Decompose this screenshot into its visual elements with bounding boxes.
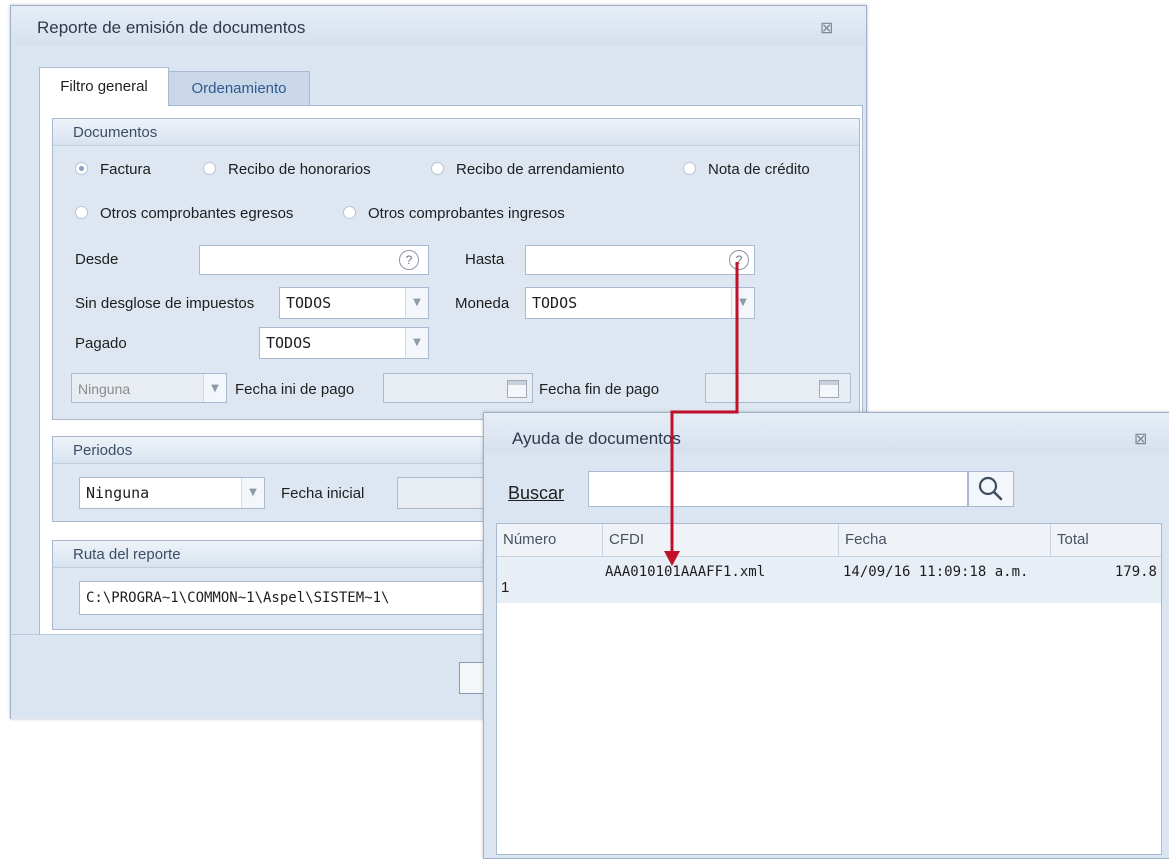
fecha-fin-pago-label: Fecha fin de pago: [539, 381, 660, 398]
radio-recibo-honorarios[interactable]: Recibo de honorarios: [203, 161, 371, 178]
search-icon: [978, 476, 1003, 501]
column-header-fecha[interactable]: Fecha: [839, 524, 1051, 556]
sin-desglose-value: TODOS: [286, 294, 332, 312]
moneda-select[interactable]: TODOS ▼: [525, 287, 755, 319]
calendar-icon[interactable]: [507, 380, 527, 398]
sin-desglose-select[interactable]: TODOS ▼: [279, 287, 429, 319]
radio-label: Otros comprobantes egresos: [100, 205, 294, 222]
calendar-icon[interactable]: [819, 380, 839, 398]
column-header-cfdi[interactable]: CFDI: [603, 524, 839, 556]
radio-label: Nota de crédito: [708, 161, 810, 178]
ruta-group-title: Ruta del reporte: [73, 546, 181, 563]
radio-icon: [75, 206, 88, 219]
search-input[interactable]: [588, 471, 968, 507]
pago-filter-value: Ninguna: [78, 381, 131, 397]
documentos-grid: Número CFDI Fecha Total 1 AAA010101AAAFF…: [496, 523, 1162, 855]
help-icon[interactable]: ?: [729, 250, 749, 270]
hasta-input[interactable]: [525, 245, 755, 275]
desde-label: Desde: [75, 251, 119, 268]
help-icon[interactable]: ?: [399, 250, 419, 270]
moneda-label: Moneda: [455, 295, 510, 312]
sin-desglose-label: Sin desglose de impuestos: [75, 295, 255, 312]
periodos-group-title: Periodos: [73, 442, 133, 459]
moneda-value: TODOS: [532, 294, 578, 312]
radio-selected-icon: [75, 162, 88, 175]
column-header-total[interactable]: Total: [1051, 524, 1161, 556]
close-icon[interactable]: ⊠: [820, 18, 833, 38]
radio-icon: [203, 162, 216, 175]
pagado-label: Pagado: [75, 335, 127, 352]
search-label-text: Buscar: [508, 483, 565, 503]
ruta-input[interactable]: C:\PROGRA~1\COMMON~1\Aspel\SISTEM~1\: [79, 581, 519, 615]
radio-otros-egresos[interactable]: Otros comprobantes egresos: [75, 205, 293, 222]
pagado-select[interactable]: TODOS ▼: [259, 327, 429, 359]
chevron-down-icon: ▼: [405, 328, 428, 358]
tab-ordenamiento[interactable]: Ordenamiento: [168, 71, 310, 106]
tab-filtro-general[interactable]: Filtro general: [39, 67, 169, 106]
search-label: Buscar: [508, 483, 564, 504]
ayuda-dialog-titlebar: Ayuda de documentos ⊠: [484, 413, 1169, 453]
radio-icon: [343, 206, 356, 219]
chevron-down-icon: ▼: [405, 288, 428, 318]
documentos-group-header: Documentos: [53, 119, 859, 146]
radio-factura[interactable]: Factura: [75, 161, 151, 178]
cell-cfdi: AAA010101AAAFF1.xml: [605, 564, 766, 580]
periodo-value: Ninguna: [86, 484, 150, 502]
pago-filter-select[interactable]: Ninguna ▼: [71, 373, 227, 403]
report-dialog-title: Reporte de emisión de documentos: [37, 18, 306, 37]
report-dialog-titlebar: Reporte de emisión de documentos ⊠: [11, 6, 866, 46]
close-icon[interactable]: ⊠: [1134, 429, 1147, 449]
fecha-ini-pago-label: Fecha ini de pago: [235, 381, 355, 398]
cell-fecha: 14/09/16 11:09:18 a.m.: [843, 564, 1029, 580]
radio-recibo-arrendamiento[interactable]: Recibo de arrendamiento: [431, 161, 624, 178]
ayuda-dialog-title: Ayuda de documentos: [512, 429, 681, 448]
search-bar: Buscar: [496, 463, 1160, 513]
radio-icon: [431, 162, 444, 175]
chevron-down-icon: ▼: [731, 288, 754, 318]
chevron-down-icon: ▼: [203, 374, 226, 402]
chevron-down-icon: ▼: [241, 478, 264, 508]
radio-otros-ingresos[interactable]: Otros comprobantes ingresos: [343, 205, 565, 222]
radio-nota-credito[interactable]: Nota de crédito: [683, 161, 810, 178]
documentos-group: Documentos Factura Recibo de honorarios …: [52, 118, 860, 420]
radio-label: Recibo de arrendamiento: [456, 161, 625, 178]
cell-numero: 1: [501, 579, 510, 596]
radio-label: Otros comprobantes ingresos: [368, 205, 565, 222]
search-button[interactable]: [968, 471, 1014, 507]
grid-header: Número CFDI Fecha Total: [497, 524, 1161, 557]
desde-input[interactable]: [199, 245, 429, 275]
ayuda-documentos-dialog: Ayuda de documentos ⊠ Buscar Número CFDI…: [483, 412, 1169, 859]
table-row[interactable]: 1 AAA010101AAAFF1.xml 14/09/16 11:09:18 …: [497, 557, 1161, 603]
radio-label: Recibo de honorarios: [228, 161, 371, 178]
documentos-group-title: Documentos: [73, 124, 158, 141]
cell-total: 179.8: [1114, 564, 1157, 580]
radio-icon: [683, 162, 696, 175]
pagado-value: TODOS: [266, 334, 312, 352]
radio-label: Factura: [100, 161, 151, 178]
fecha-inicial-label: Fecha inicial: [281, 485, 365, 502]
hasta-label: Hasta: [465, 251, 505, 268]
column-header-numero[interactable]: Número: [497, 524, 603, 556]
periodo-select[interactable]: Ninguna ▼: [79, 477, 265, 509]
